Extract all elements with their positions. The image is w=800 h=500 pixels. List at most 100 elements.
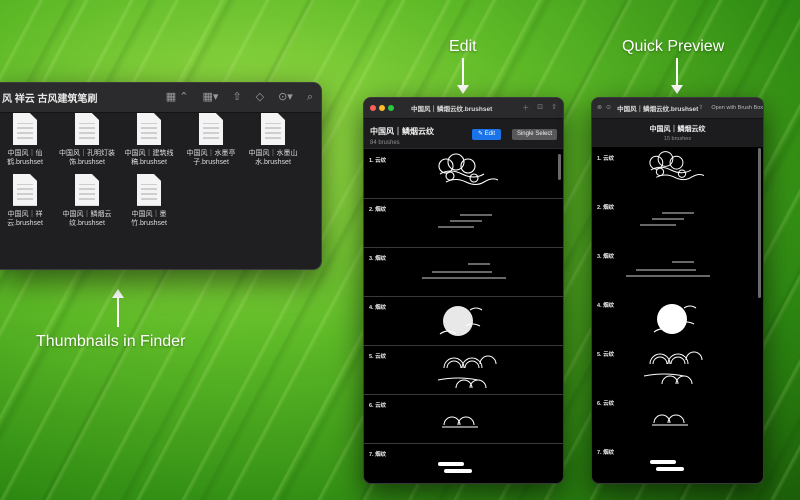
quick-preview-arrow xyxy=(671,58,683,94)
file-name: 中国风｜建筑线稿.brushset xyxy=(124,150,174,167)
brush-row: 2. 烟纹 xyxy=(592,197,763,246)
preview-window-title: 中国风｜鳞烟云纹.brushset xyxy=(617,106,699,113)
edit-header: 中国风｜鳞烟云纹 84 brushes ✎ Edit Single Select xyxy=(364,119,563,149)
brush-row[interactable]: 7. 烟纹 xyxy=(364,444,563,483)
smoke-pattern-icon xyxy=(626,261,710,277)
smoke-pattern-icon xyxy=(422,263,506,279)
file-name: 中国风｜墨竹.brushset xyxy=(131,210,167,228)
cloud-pattern-icon xyxy=(649,151,704,181)
smoke-pattern-icon xyxy=(438,462,472,473)
brush-label: 1. 云纹 xyxy=(369,158,387,164)
more-icon[interactable]: ⊙▾ xyxy=(278,92,293,103)
brush-list: 1. 云纹 2. 烟纹 3. 烟纹 4. 烟纹 5. 云纹 6. 云纹 7. 烟… xyxy=(364,150,563,483)
brush-row[interactable]: 2. 烟纹 xyxy=(364,199,563,248)
file-name: 中国风｜鳞烟云纹.brushset xyxy=(62,210,112,228)
quick-preview-window: ⊗ ⊙ 中国风｜鳞烟云纹.brushset ⇧ Open with Brush … xyxy=(591,97,764,484)
moon-cloud-icon xyxy=(439,306,483,336)
brush-row[interactable]: 4. 烟纹 xyxy=(364,297,563,346)
scrollbar[interactable] xyxy=(558,154,561,180)
brush-count: 84 brushes xyxy=(370,140,400,146)
scrollbar[interactable] xyxy=(758,148,761,298)
minimize-button[interactable] xyxy=(379,105,385,111)
brush-row[interactable]: 5. 云纹 xyxy=(364,346,563,395)
brush-label: 3. 烟纹 xyxy=(369,256,387,262)
quick-preview-callout: Quick Preview xyxy=(622,38,725,55)
brush-label: 7. 烟纹 xyxy=(369,452,387,458)
brush-label: 7. 烟纹 xyxy=(597,450,615,456)
close-icon[interactable]: ⊗ xyxy=(597,105,602,111)
wave-cloud-icon xyxy=(643,351,703,385)
brush-label: 2. 烟纹 xyxy=(597,205,615,211)
add-icon[interactable]: ＋ xyxy=(522,103,529,113)
brush-row[interactable]: 3. 烟纹 xyxy=(364,248,563,297)
file-item[interactable]: 中国风｜水墨山水.brushset xyxy=(242,113,304,168)
brush-label: 5. 云纹 xyxy=(597,352,615,358)
brush-label: 6. 云纹 xyxy=(369,403,387,409)
brush-row[interactable]: 6. 云纹 xyxy=(364,395,563,444)
brushset-thumbnail xyxy=(75,113,99,145)
fullscreen-icon[interactable]: ⊙ xyxy=(606,105,611,111)
search-icon[interactable]: ⌕ xyxy=(307,92,313,103)
close-button[interactable] xyxy=(370,105,376,111)
brush-label: 6. 云纹 xyxy=(597,401,615,407)
moon-cloud-icon xyxy=(653,304,697,334)
file-name: 中国风｜祥云.brushset xyxy=(7,210,43,228)
file-item[interactable]: 中国风｜建筑线稿.brushset xyxy=(118,113,180,168)
preview-header: 中国风｜鳞烟云纹 15 brushes xyxy=(592,119,763,147)
cloud-pattern-icon xyxy=(438,153,498,186)
brushset-thumbnail xyxy=(137,173,161,206)
group-icon[interactable]: ▦▾ xyxy=(202,92,218,103)
preview-brush-list: 1. 云纹 2. 烟纹 3. 烟纹 4. 烟纹 5. 云纹 6. 云纹 7. 烟… xyxy=(592,148,763,483)
file-name: 中国风｜水墨亭子.brushset xyxy=(186,150,236,167)
file-item[interactable]: 中国风｜仙鹤.brushset xyxy=(0,113,56,168)
brushset-thumbnail xyxy=(13,173,37,206)
single-select-button[interactable]: Single Select xyxy=(511,129,557,140)
file-name: 中国风｜水墨山水.brushset xyxy=(248,150,298,167)
file-item[interactable]: 中国风｜祥云.brushset xyxy=(0,173,56,229)
edit-arrow xyxy=(457,58,469,94)
thumbnails-arrow xyxy=(112,289,124,327)
smoke-pattern-icon xyxy=(640,212,694,226)
share-icon[interactable]: ⇧ xyxy=(232,92,241,103)
save-icon[interactable]: ⊡ xyxy=(537,103,543,113)
edit-button[interactable]: ✎ Edit xyxy=(471,129,501,140)
file-item[interactable]: 中国风｜鳞烟云纹.brushset xyxy=(56,173,118,229)
edit-callout: Edit xyxy=(449,38,477,55)
cloud-pattern-icon xyxy=(652,414,688,426)
file-name: 中国风｜孔明灯装饰.brushset xyxy=(59,150,115,167)
file-item[interactable]: 中国风｜水墨亭子.brushset xyxy=(180,113,242,168)
brush-row: 3. 烟纹 xyxy=(592,246,763,295)
smoke-pattern-icon xyxy=(438,214,492,228)
finder-toolbar: 风 祥云 古风建筑笔刷 ▦ ⌃ ▦▾ ⇧ ◇ ⊙▾ ⌕ xyxy=(0,83,321,113)
zoom-button[interactable] xyxy=(388,105,394,111)
brushset-title: 中国风｜鳞烟云纹 xyxy=(649,126,706,133)
brushset-thumbnail xyxy=(261,113,285,145)
finder-file-grid: 中国风｜仙鹤.brushset 中国风｜孔明灯装饰.brushset 中国风｜建… xyxy=(0,113,321,229)
edit-window: 中国风｜鳞烟云纹.brushset ＋ ⊡ ⇧ 中国风｜鳞烟云纹 84 brus… xyxy=(363,97,564,484)
edit-window-title: 中国风｜鳞烟云纹.brushset xyxy=(411,106,493,113)
tag-icon[interactable]: ◇ xyxy=(256,92,264,103)
file-name: 中国风｜仙鹤.brushset xyxy=(7,150,43,167)
brushset-thumbnail xyxy=(137,113,161,145)
brush-label: 4. 烟纹 xyxy=(369,305,387,311)
thumbnails-callout: Thumbnails in Finder xyxy=(36,333,186,350)
brush-count: 15 brushes xyxy=(663,136,692,142)
file-item[interactable]: 中国风｜孔明灯装饰.brushset xyxy=(56,113,118,168)
share-icon[interactable]: ⇧ xyxy=(698,105,703,111)
preview-titlebar: ⊗ ⊙ 中国风｜鳞烟云纹.brushset ⇧ Open with Brush … xyxy=(592,98,763,119)
brush-row: 7. 烟纹 xyxy=(592,442,763,483)
share-icon[interactable]: ⇧ xyxy=(551,103,557,113)
view-grid-icon[interactable]: ▦ ⌃ xyxy=(166,92,189,103)
brushset-thumbnail xyxy=(75,173,99,206)
brush-row: 4. 烟纹 xyxy=(592,295,763,344)
finder-title: 风 祥云 古风建筑笔刷 xyxy=(2,94,98,105)
brush-label: 5. 云纹 xyxy=(369,354,387,360)
edit-titlebar: 中国风｜鳞烟云纹.brushset ＋ ⊡ ⇧ xyxy=(364,98,563,119)
brush-row[interactable]: 1. 云纹 xyxy=(364,150,563,199)
open-with-button[interactable]: Open with Brush Box xyxy=(711,105,763,111)
file-item[interactable]: 中国风｜墨竹.brushset xyxy=(118,173,180,229)
finder-window: 风 祥云 古风建筑笔刷 ▦ ⌃ ▦▾ ⇧ ◇ ⊙▾ ⌕ 中国风｜仙鹤.brush… xyxy=(0,82,322,270)
brush-label: 4. 烟纹 xyxy=(597,303,615,309)
brushset-thumbnail xyxy=(199,113,223,145)
smoke-pattern-icon xyxy=(650,460,684,471)
